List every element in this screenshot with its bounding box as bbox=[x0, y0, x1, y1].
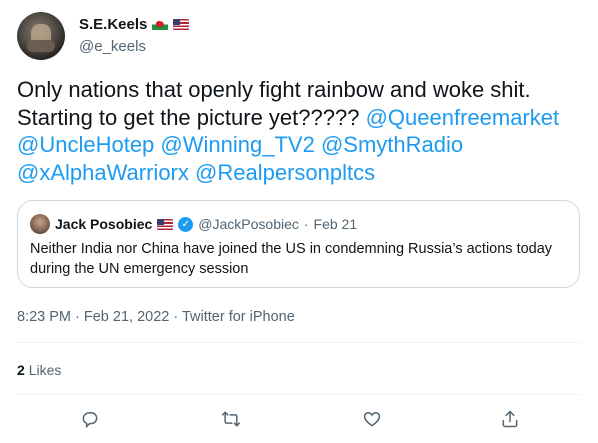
quoted-author-avatar bbox=[30, 214, 50, 234]
tweet-header: S.E.Keels @e_keels bbox=[17, 12, 587, 62]
like-button[interactable] bbox=[359, 406, 385, 432]
mention-link[interactable]: @Realpersonpltcs bbox=[195, 160, 375, 185]
us-flag-icon bbox=[157, 218, 174, 230]
tweet-timestamp[interactable]: 8:23 PM · Feb 21, 2022 · Twitter for iPh… bbox=[17, 309, 295, 325]
mention-link[interactable]: @Queenfreemarket bbox=[366, 105, 560, 130]
share-icon bbox=[502, 410, 518, 428]
quoted-tweet-text: Neither India nor China have joined the … bbox=[30, 241, 553, 277]
author-avatar[interactable] bbox=[17, 12, 65, 60]
us-flag-icon bbox=[173, 19, 190, 30]
share-button[interactable] bbox=[497, 406, 523, 432]
retweet-icon bbox=[221, 411, 241, 427]
reply-icon bbox=[82, 412, 98, 429]
mention-link[interactable]: @SmythRadio bbox=[321, 132, 463, 157]
likes-stat[interactable]: 2 Likes bbox=[17, 362, 61, 378]
tweet-text: Only nations that openly fight rainbow a… bbox=[17, 76, 587, 186]
quoted-author-handle: @JackPosobiec bbox=[198, 216, 299, 232]
retweet-button[interactable] bbox=[218, 406, 244, 432]
mention-link[interactable]: @UncleHotep bbox=[17, 132, 154, 157]
author-name-row: S.E.Keels bbox=[79, 16, 190, 33]
author-handle[interactable]: @e_keels bbox=[79, 38, 146, 55]
separator-dot: · bbox=[303, 216, 309, 232]
verified-badge-icon: ✓ bbox=[178, 216, 194, 232]
divider bbox=[17, 342, 580, 343]
reply-button[interactable] bbox=[77, 406, 103, 432]
quoted-tweet-date: Feb 21 bbox=[313, 216, 358, 232]
like-icon bbox=[363, 411, 381, 427]
author-display-name[interactable]: S.E.Keels bbox=[79, 16, 147, 33]
action-bar bbox=[17, 400, 580, 438]
quoted-tweet[interactable]: Jack Posobiec ✓ @JackPosobiec · Feb 21 N… bbox=[17, 200, 580, 288]
wales-flag-icon bbox=[152, 19, 169, 30]
quoted-tweet-header: Jack Posobiec ✓ @JackPosobiec · Feb 21 bbox=[30, 214, 357, 234]
divider bbox=[17, 394, 580, 395]
likes-label: Likes bbox=[28, 362, 62, 378]
quoted-author-name: Jack Posobiec bbox=[55, 216, 153, 232]
likes-count: 2 bbox=[17, 362, 25, 378]
mention-link[interactable]: @xAlphaWarriorx bbox=[17, 160, 189, 185]
mention-link[interactable]: @Winning_TV2 bbox=[160, 132, 314, 157]
